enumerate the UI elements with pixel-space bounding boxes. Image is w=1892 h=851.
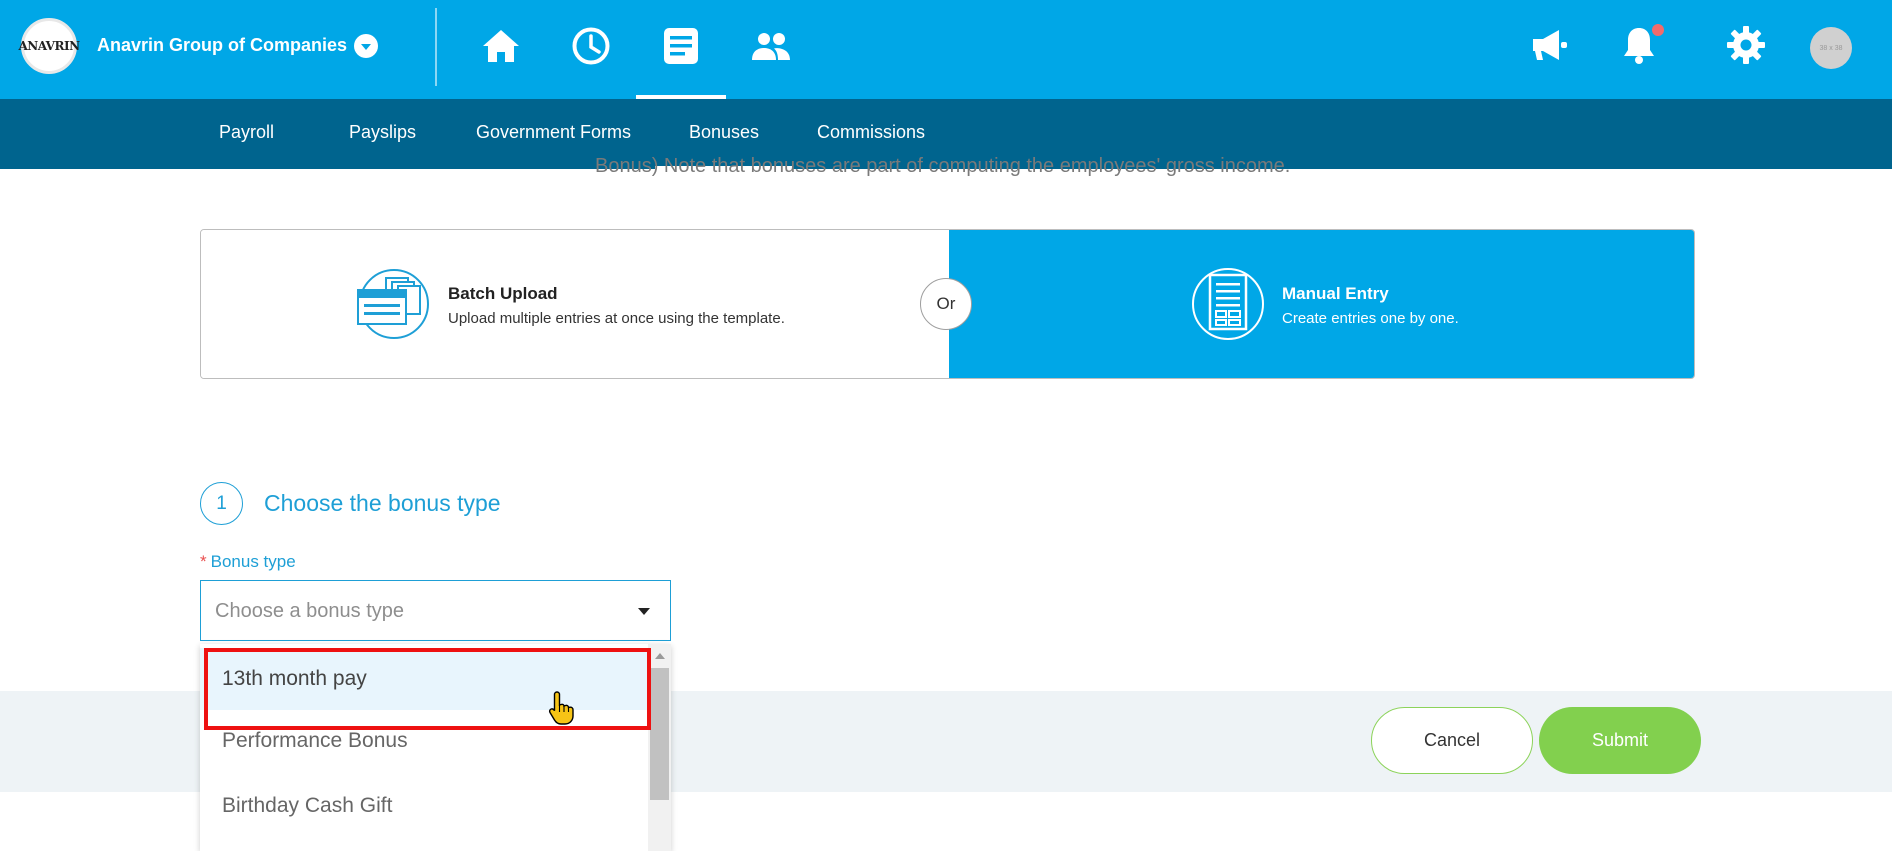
document-icon[interactable] xyxy=(636,20,726,99)
subnav-government-forms[interactable]: Government Forms xyxy=(476,122,631,143)
batch-upload-icon xyxy=(356,268,432,340)
subnav-bonuses[interactable]: Bonuses xyxy=(654,122,793,170)
highlight-box xyxy=(204,648,651,730)
megaphone-icon[interactable] xyxy=(1524,20,1574,70)
bonus-type-select[interactable]: Choose a bonus type xyxy=(200,580,671,641)
subnav-payroll[interactable]: Payroll xyxy=(219,122,274,143)
notification-badge xyxy=(1652,24,1664,36)
subnav-commissions[interactable]: Commissions xyxy=(817,122,925,143)
hand-cursor-icon xyxy=(547,690,577,726)
manual-entry-option[interactable]: Manual Entry Create entries one by one. xyxy=(949,230,1694,378)
logo-text: ANAVRIN xyxy=(18,39,80,53)
company-switcher-caret-icon[interactable] xyxy=(354,34,378,58)
company-name[interactable]: Anavrin Group of Companies xyxy=(97,35,347,56)
caret-down-icon xyxy=(638,608,650,615)
manual-entry-icon xyxy=(1191,267,1265,341)
avatar-placeholder-text: 38 x 38 xyxy=(1819,44,1843,52)
batch-upload-description: Upload multiple entries at once using th… xyxy=(448,310,785,327)
submit-button[interactable]: Submit xyxy=(1539,707,1701,774)
navbar-divider xyxy=(435,8,437,86)
bonus-type-placeholder: Choose a bonus type xyxy=(215,600,405,622)
bonus-type-label-text: Bonus type xyxy=(210,552,296,571)
user-avatar[interactable]: 38 x 38 xyxy=(1810,27,1852,69)
bonus-type-label: * Bonus type xyxy=(200,552,296,572)
required-asterisk: * xyxy=(200,552,207,571)
or-divider-badge: Or xyxy=(920,278,972,330)
intro-text: Bonus) Note that bonuses are part of com… xyxy=(595,155,1291,177)
clock-icon[interactable] xyxy=(561,20,621,72)
scrollbar-thumb[interactable] xyxy=(650,668,669,800)
people-icon[interactable] xyxy=(741,20,801,72)
manual-entry-title: Manual Entry xyxy=(1282,284,1389,303)
home-icon[interactable] xyxy=(471,20,531,72)
cancel-button[interactable]: Cancel xyxy=(1371,707,1533,774)
batch-upload-title: Batch Upload xyxy=(448,284,558,303)
manual-entry-description: Create entries one by one. xyxy=(1282,310,1459,327)
batch-upload-option[interactable]: Batch Upload Upload multiple entries at … xyxy=(201,230,949,378)
gear-icon[interactable] xyxy=(1721,20,1771,70)
step-number: 1 xyxy=(200,482,243,525)
scroll-up-arrow-icon[interactable] xyxy=(655,653,665,659)
subnav-payslips[interactable]: Payslips xyxy=(349,122,416,143)
top-navbar: ANAVRIN Anavrin Group of Companies 38 x … xyxy=(0,0,1892,99)
option-birthday-cash-gift[interactable]: Birthday Cash Gift xyxy=(200,775,648,837)
step-title: Choose the bonus type xyxy=(264,490,501,516)
company-logo[interactable]: ANAVRIN xyxy=(18,18,80,74)
dropdown-scrollbar[interactable] xyxy=(648,644,671,851)
